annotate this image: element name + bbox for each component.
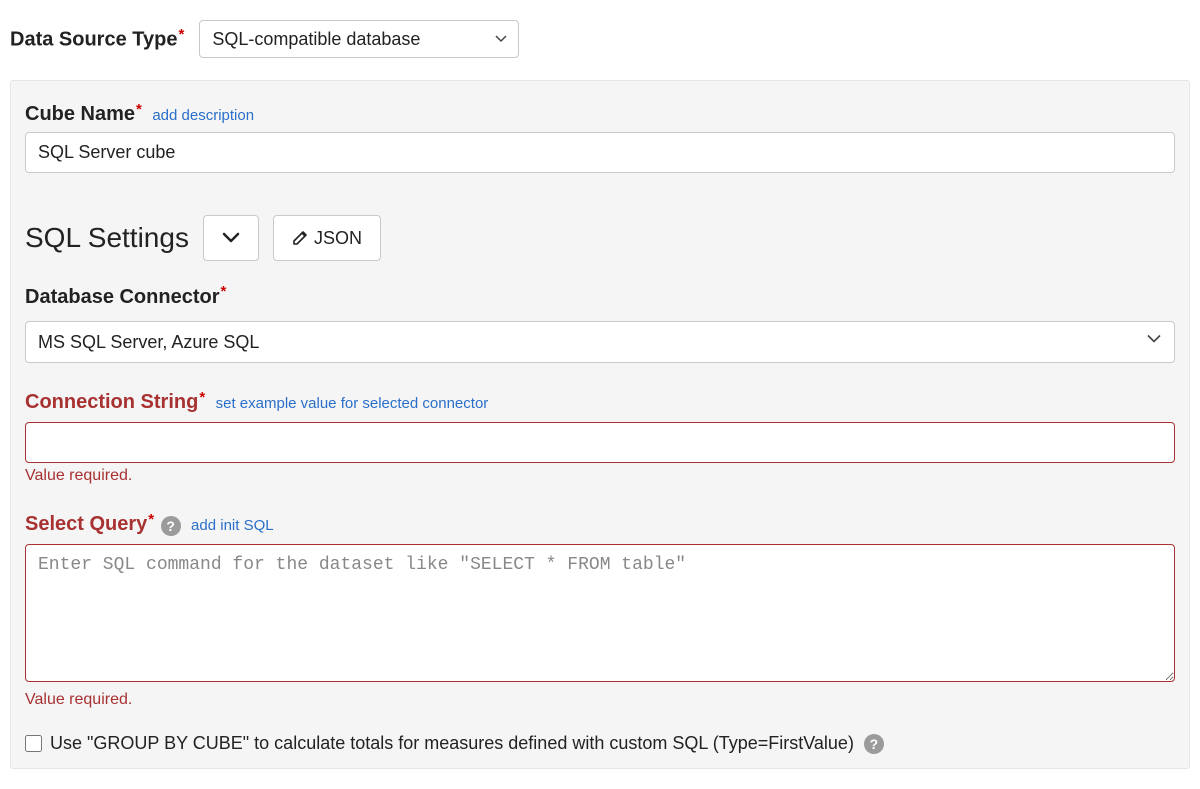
json-button-label: JSON: [314, 228, 362, 249]
group-by-cube-label: Use "GROUP BY CUBE" to calculate totals …: [50, 733, 854, 754]
add-description-link[interactable]: add description: [152, 107, 254, 124]
connection-string-error: Value required.: [25, 467, 1175, 485]
json-button[interactable]: JSON: [273, 215, 381, 261]
cube-name-row: Cube Name* add description: [25, 101, 1175, 132]
data-source-type-row: Data Source Type* SQL-compatible databas…: [10, 20, 1190, 58]
sql-settings-header: SQL Settings JSON: [25, 215, 1175, 261]
group-by-cube-checkbox[interactable]: [25, 735, 42, 752]
cube-name-input[interactable]: [25, 132, 1175, 173]
connection-string-row: Connection String* set example value for…: [25, 389, 1175, 485]
cube-name-label: Cube Name: [25, 103, 135, 126]
connector-label: Database Connector: [25, 286, 220, 309]
connector-row: Database Connector*: [25, 283, 1175, 314]
data-source-type-select-wrap: SQL-compatible database: [199, 20, 519, 58]
help-icon[interactable]: ?: [864, 734, 884, 754]
select-query-row: Select Query* ? add init SQL Value requi…: [25, 511, 1175, 709]
pencil-icon: [292, 230, 308, 246]
group-by-cube-row: Use "GROUP BY CUBE" to calculate totals …: [25, 733, 1175, 754]
select-query-label: Select Query: [25, 513, 147, 536]
select-query-textarea[interactable]: [25, 544, 1175, 682]
connection-string-label: Connection String: [25, 391, 198, 414]
data-source-type-label: Data Source Type*: [10, 26, 184, 51]
set-example-value-link[interactable]: set example value for selected connector: [216, 395, 489, 412]
add-init-sql-link[interactable]: add init SQL: [191, 517, 274, 534]
select-query-error: Value required.: [25, 691, 1175, 709]
data-source-type-select[interactable]: SQL-compatible database: [199, 20, 519, 58]
config-panel: Cube Name* add description SQL Settings …: [10, 80, 1190, 769]
help-icon[interactable]: ?: [161, 516, 181, 536]
connector-select-wrap: MS SQL Server, Azure SQL: [25, 315, 1175, 363]
sql-settings-title: SQL Settings: [25, 222, 189, 254]
connector-select[interactable]: MS SQL Server, Azure SQL: [25, 321, 1175, 363]
required-star: *: [136, 101, 142, 118]
sql-settings-expand-button[interactable]: [203, 215, 259, 261]
required-star: *: [148, 511, 154, 528]
required-star: *: [221, 283, 227, 300]
chevron-down-icon: [222, 232, 240, 244]
required-star: *: [178, 26, 184, 43]
required-star: *: [199, 389, 205, 406]
connection-string-input[interactable]: [25, 422, 1175, 463]
